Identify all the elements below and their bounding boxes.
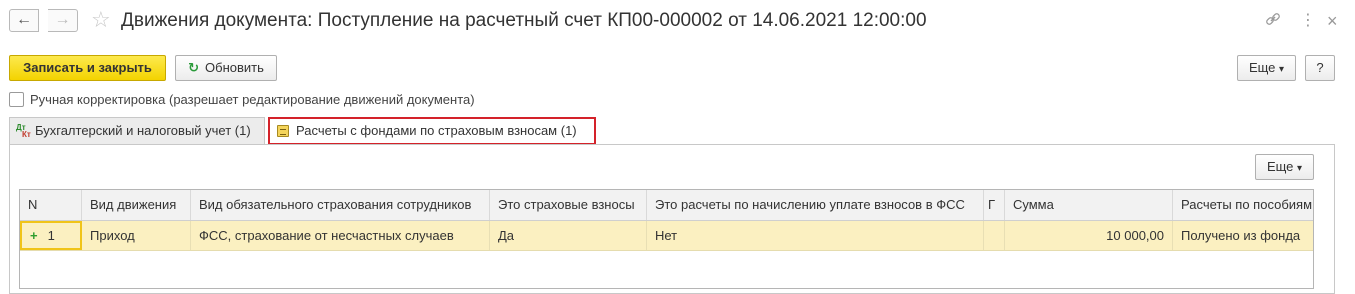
tab-accounting-label: Бухгалтерский и налоговый учет (1) (35, 123, 251, 138)
refresh-button[interactable]: ↻ Обновить (175, 55, 277, 81)
more-actions-icon[interactable]: ⋮ (1300, 11, 1316, 31)
column-header-insurance-type[interactable]: Вид обязательного страхования сотруднико… (191, 190, 490, 220)
plus-icon: + (30, 228, 38, 243)
chevron-down-icon: ▾ (1279, 64, 1285, 75)
close-icon[interactable]: × (1327, 11, 1338, 31)
help-button[interactable]: ? (1305, 55, 1335, 81)
more-label: Еще (1248, 60, 1276, 75)
panel-more-label: Еще (1266, 159, 1294, 174)
more-button[interactable]: Еще ▾ (1237, 55, 1296, 81)
tab-insurance-settlements[interactable]: Расчеты с фондами по страховым взносам (… (268, 117, 596, 145)
refresh-icon: ↻ (188, 60, 200, 75)
row-number-cell[interactable]: +1 (20, 221, 82, 250)
row-number: 1 (47, 228, 55, 243)
link-icon-glyph (1266, 13, 1280, 25)
benefits-cell[interactable]: Получено из фонда (1173, 221, 1313, 250)
tab-strip: Дт Кт Бухгалтерский и налоговый учет (1) … (0, 117, 1355, 145)
favorite-star-icon[interactable]: ☆ (91, 7, 111, 33)
manual-correction-label[interactable]: Ручная корректировка (разрешает редактир… (30, 92, 475, 108)
table-header: N Вид движения Вид обязательного страхов… (20, 190, 1313, 221)
link-icon[interactable] (1265, 11, 1281, 33)
movement-type-cell[interactable]: Приход (82, 221, 191, 250)
is-contributions-cell[interactable]: Да (490, 221, 647, 250)
amount-cell[interactable]: 10 000,00 (1005, 221, 1173, 250)
back-button[interactable]: ← (9, 9, 39, 32)
column-header-movement-type[interactable]: Вид движения (82, 190, 191, 220)
manual-correction-checkbox[interactable] (9, 92, 24, 107)
page-title: Движения документа: Поступление на расче… (121, 10, 927, 31)
fss-settlement-cell[interactable]: Нет (647, 221, 984, 250)
refresh-label: Обновить (205, 60, 264, 75)
movements-table[interactable]: N Вид движения Вид обязательного страхов… (19, 189, 1314, 289)
column-header-g[interactable]: Г (984, 190, 1005, 220)
tab-accounting[interactable]: Дт Кт Бухгалтерский и налоговый учет (1) (9, 117, 265, 145)
save-and-close-button[interactable]: Записать и закрыть (9, 55, 166, 81)
chevron-down-icon: ▾ (1297, 163, 1303, 174)
insurance-type-cell[interactable]: ФСС, страхование от несчастных случаев (191, 221, 490, 250)
arrow-right-icon: → (54, 11, 71, 28)
table-row[interactable]: +1 Приход ФСС, страхование от несчастных… (20, 221, 1313, 251)
arrow-left-icon: ← (16, 11, 32, 28)
panel-more-button[interactable]: Еще ▾ (1255, 154, 1314, 180)
tab-insurance-settlements-label: Расчеты с фондами по страховым взносам (… (296, 123, 577, 138)
ledger-icon (277, 125, 289, 137)
g-cell[interactable] (984, 221, 1005, 250)
column-header-n[interactable]: N (20, 190, 82, 220)
forward-button[interactable]: → (48, 9, 78, 32)
column-header-fss-settlement[interactable]: Это расчеты по начислению уплате взносов… (647, 190, 984, 220)
column-header-is-contributions[interactable]: Это страховые взносы (490, 190, 647, 220)
title-bar: ← → ☆ Движения документа: Поступление на… (0, 0, 1355, 42)
dt-kt-icon: Дт Кт (16, 123, 31, 139)
column-header-benefits[interactable]: Расчеты по пособиям (1173, 190, 1313, 220)
column-header-amount[interactable]: Сумма (1005, 190, 1173, 220)
